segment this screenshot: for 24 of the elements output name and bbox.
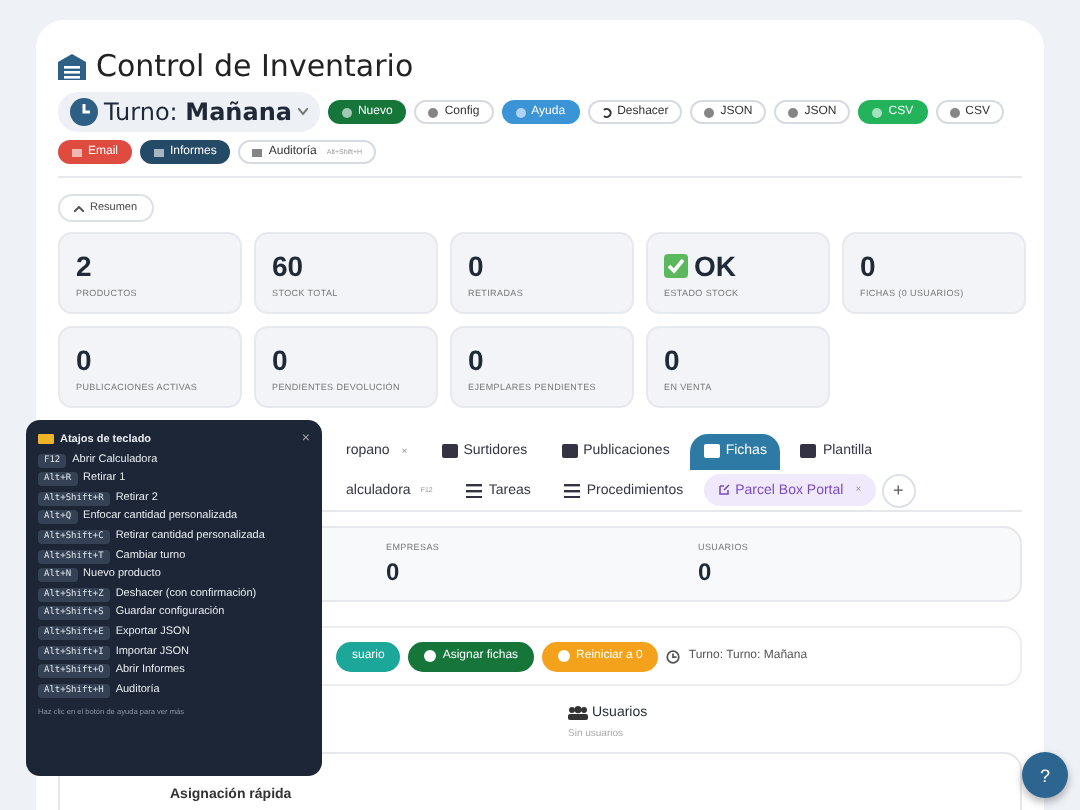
caret-icon [297,108,308,116]
stat-value: 0 [468,250,484,282]
stat-value: 2 [76,250,92,282]
stat-value: 0 [698,558,714,586]
stat-value: 0 [76,344,92,376]
stat-value: 0 [664,344,680,376]
add-tab-button[interactable]: + [881,473,916,507]
stat-value: 0 [272,344,288,376]
stat-value: 0 [386,558,402,586]
shift-selector[interactable]: Turno: Mañana [58,92,320,132]
stat-value: OK [694,250,736,282]
page-title: Control de Inventario [96,48,414,84]
list-icon [466,483,483,497]
help-button[interactable]: ? [1022,752,1068,798]
stat-value: 0 [468,344,484,376]
clock-icon [666,649,681,663]
stat-value: 60 [272,250,304,282]
stat-value: 0 [860,250,876,282]
warehouse-icon [58,53,86,79]
undo-icon [601,107,612,117]
check-icon [664,254,688,278]
external-link-icon [717,484,730,496]
chevron-up-icon [74,205,84,211]
clock-icon [70,98,98,126]
